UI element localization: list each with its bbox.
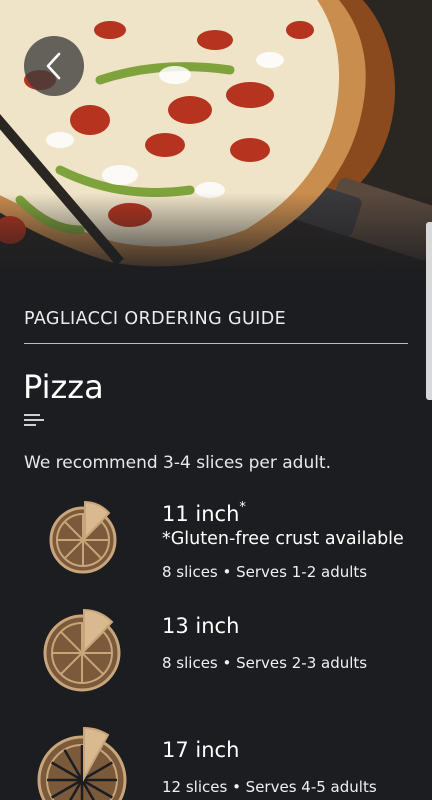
size-item-13-inch: 13 inch 8 slices • Serves 2-3 adults [0, 604, 432, 694]
pizza-icon [49, 500, 117, 574]
size-detail: 8 slices • Serves 2-3 adults [162, 654, 368, 672]
size-item-11-inch: 11 inch* *Gluten-free crust available 8 … [0, 496, 432, 586]
list-icon [24, 414, 44, 428]
gluten-free-marker: * [239, 500, 246, 515]
pizza-icon [37, 726, 127, 800]
size-name: 13 inch [162, 614, 240, 638]
guide-title: PAGLIACCI ORDERING GUIDE [24, 309, 287, 329]
size-detail: 8 slices • Serves 1-2 adults [162, 563, 368, 581]
recommendation-text: We recommend 3-4 slices per adult. [24, 453, 332, 473]
gluten-free-note: *Gluten-free crust available [162, 529, 404, 549]
back-button[interactable] [24, 36, 84, 96]
size-name: 17 inch [162, 738, 240, 762]
size-item-17-inch: 17 inch 12 slices • Serves 4-5 adults [0, 722, 432, 800]
pizza-icon [43, 608, 121, 692]
divider [24, 343, 408, 344]
hero-fade [0, 193, 432, 283]
size-detail: 12 slices • Serves 4-5 adults [162, 778, 377, 796]
size-name: 11 inch* [162, 500, 246, 526]
scrollbar[interactable] [426, 222, 432, 400]
chevron-left-icon [46, 52, 61, 80]
page-title: Pizza [23, 368, 104, 406]
